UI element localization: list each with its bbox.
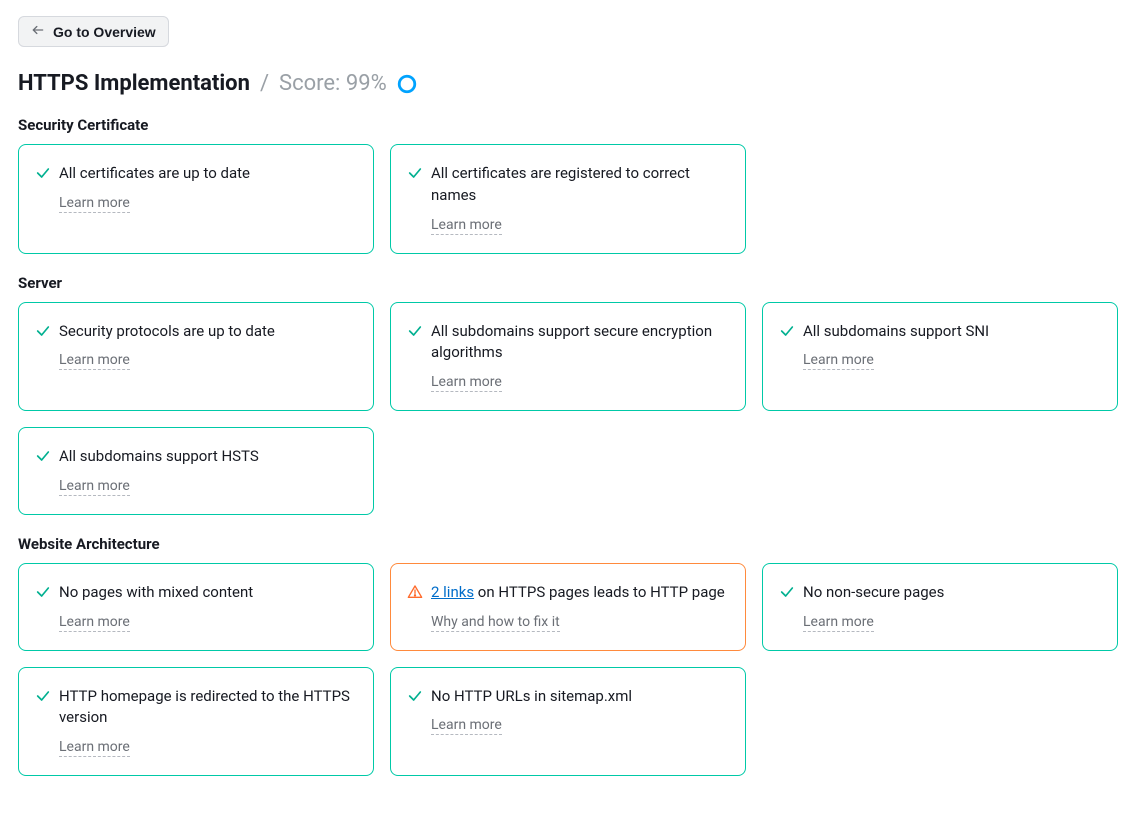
card-sni: All subdomains support SNI Learn more [762,302,1118,412]
learn-more-link[interactable]: Learn more [431,217,502,235]
check-icon [35,448,51,464]
check-icon [407,165,423,181]
warning-icon [407,584,423,600]
section-title-server: Server [18,274,1116,292]
card-text: HTTP homepage is redirected to the HTTPS… [59,686,353,730]
website-architecture-grid: No pages with mixed content Learn more 2… [18,563,1116,776]
page-title: HTTPS Implementation [18,71,250,96]
card-text: All subdomains support SNI [803,321,1097,343]
card-certs-registered-names: All certificates are registered to corre… [390,144,746,254]
score-donut-icon [397,74,417,94]
learn-more-link[interactable]: Learn more [59,352,130,370]
card-text: No pages with mixed content [59,582,353,604]
learn-more-link[interactable]: Learn more [431,717,502,735]
go-to-overview-label: Go to Overview [53,24,156,40]
card-no-http-sitemap: No HTTP URLs in sitemap.xml Learn more [390,667,746,777]
card-no-non-secure-pages: No non-secure pages Learn more [762,563,1118,651]
card-text: 2 links on HTTPS pages leads to HTTP pag… [431,582,725,604]
check-icon [35,165,51,181]
card-text: Security protocols are up to date [59,321,353,343]
section-title-website-architecture: Website Architecture [18,535,1116,553]
score-label: Score: 99% [279,71,387,96]
issue-count-link[interactable]: 2 links [431,583,474,601]
card-text: All subdomains support secure encryption… [431,321,725,365]
why-how-fix-link[interactable]: Why and how to fix it [431,614,560,632]
card-http-redirect: HTTP homepage is redirected to the HTTPS… [18,667,374,777]
arrow-left-icon [31,23,45,40]
learn-more-link[interactable]: Learn more [59,739,130,757]
card-security-protocols: Security protocols are up to date Learn … [18,302,374,412]
check-icon [407,688,423,704]
server-grid: Security protocols are up to date Learn … [18,302,1116,515]
section-title-security-certificate: Security Certificate [18,116,1116,134]
learn-more-link[interactable]: Learn more [803,352,874,370]
learn-more-link[interactable]: Learn more [59,478,130,496]
card-no-mixed-content: No pages with mixed content Learn more [18,563,374,651]
learn-more-link[interactable]: Learn more [803,614,874,632]
card-secure-encryption: All subdomains support secure encryption… [390,302,746,412]
card-hsts: All subdomains support HSTS Learn more [18,427,374,515]
card-text: All certificates are up to date [59,163,353,185]
check-icon [35,584,51,600]
card-rest-text: on HTTPS pages leads to HTTP page [474,583,725,601]
learn-more-link[interactable]: Learn more [431,374,502,392]
learn-more-link[interactable]: Learn more [59,614,130,632]
learn-more-link[interactable]: Learn more [59,195,130,213]
title-separator: / [260,71,269,96]
check-icon [35,688,51,704]
card-text: All subdomains support HSTS [59,446,353,468]
check-icon [779,323,795,339]
check-icon [779,584,795,600]
go-to-overview-button[interactable]: Go to Overview [18,16,169,47]
check-icon [407,323,423,339]
check-icon [35,323,51,339]
card-http-links-warning: 2 links on HTTPS pages leads to HTTP pag… [390,563,746,651]
security-certificate-grid: All certificates are up to date Learn mo… [18,144,1116,254]
card-text: No HTTP URLs in sitemap.xml [431,686,725,708]
card-text: All certificates are registered to corre… [431,163,725,207]
card-text: No non-secure pages [803,582,1097,604]
card-certs-up-to-date: All certificates are up to date Learn mo… [18,144,374,254]
page-title-row: HTTPS Implementation / Score: 99% [18,71,1116,96]
